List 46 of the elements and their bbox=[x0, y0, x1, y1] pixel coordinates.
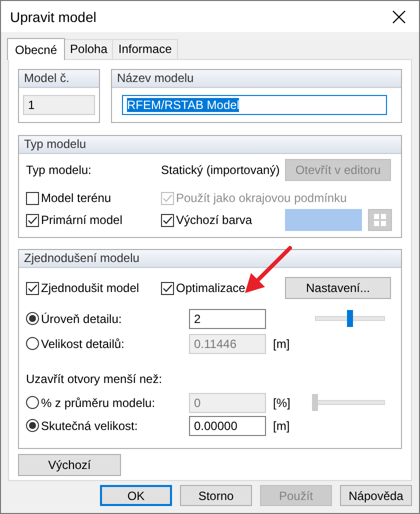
checkbox-label: Optimalizace bbox=[176, 281, 246, 295]
grid-icon bbox=[374, 214, 386, 226]
dialog-button[interactable]: Nápověda bbox=[340, 485, 412, 506]
color-picker-button[interactable] bbox=[368, 209, 392, 231]
slider[interactable] bbox=[312, 310, 388, 327]
unit-label: [m] bbox=[273, 418, 290, 432]
checkbox-label: Použít jako okrajovou podmínku bbox=[176, 191, 347, 205]
checkbox-label: Zjednodušit model bbox=[41, 281, 140, 295]
tab[interactable]: Informace bbox=[112, 39, 178, 59]
checkbox[interactable] bbox=[26, 214, 39, 226]
slider-thumb[interactable] bbox=[347, 310, 353, 327]
field-label: Typ modelu: bbox=[26, 163, 92, 177]
input-field[interactable]: 2 bbox=[189, 308, 266, 328]
radio-label: Velikost detailů: bbox=[41, 336, 124, 350]
group-header: Model č. bbox=[19, 70, 99, 88]
radio-button[interactable] bbox=[26, 312, 39, 325]
radio-label: Úroveň detailu: bbox=[41, 312, 122, 326]
slider[interactable] bbox=[312, 394, 388, 411]
model-number-field: 1 bbox=[23, 95, 95, 115]
unit-label: [%] bbox=[273, 396, 290, 410]
checkbox-label: Primární model bbox=[41, 213, 122, 227]
group-header: Název modelu bbox=[112, 70, 401, 88]
settings-button[interactable]: Nastavení... bbox=[285, 277, 391, 299]
close-icon bbox=[392, 10, 406, 24]
radio-label: % z průměru modelu: bbox=[41, 396, 156, 410]
dialog-button[interactable]: OK bbox=[100, 485, 172, 506]
model-name-field[interactable]: RFEM/RSTAB Model bbox=[122, 95, 387, 115]
color-swatch[interactable] bbox=[285, 209, 362, 231]
model-type-value: Statický (importovaný) bbox=[161, 163, 281, 177]
group-header: Zjednodušení modelu bbox=[19, 250, 401, 268]
unit-label: [m] bbox=[273, 336, 290, 350]
checkbox-label: Výchozí barva bbox=[176, 213, 252, 227]
group-header: Typ modelu bbox=[19, 136, 401, 154]
checkbox-label: Model terénu bbox=[41, 191, 112, 205]
checkbox[interactable] bbox=[161, 282, 174, 294]
window-title: Upravit model bbox=[10, 8, 96, 24]
checkbox[interactable] bbox=[26, 282, 39, 294]
checkbox[interactable] bbox=[26, 192, 39, 204]
tab[interactable]: Obecné bbox=[7, 38, 66, 60]
input-field[interactable]: 0.00000 bbox=[189, 416, 266, 436]
default-button[interactable]: Výchozí bbox=[18, 454, 121, 476]
checkbox[interactable] bbox=[161, 214, 174, 226]
radio-label: Skutečná velikost: bbox=[41, 418, 138, 432]
radio-button[interactable] bbox=[26, 419, 39, 432]
dialog-button[interactable]: Storno bbox=[180, 485, 252, 506]
section-label: Uzavřít otvory menší než: bbox=[26, 372, 162, 386]
